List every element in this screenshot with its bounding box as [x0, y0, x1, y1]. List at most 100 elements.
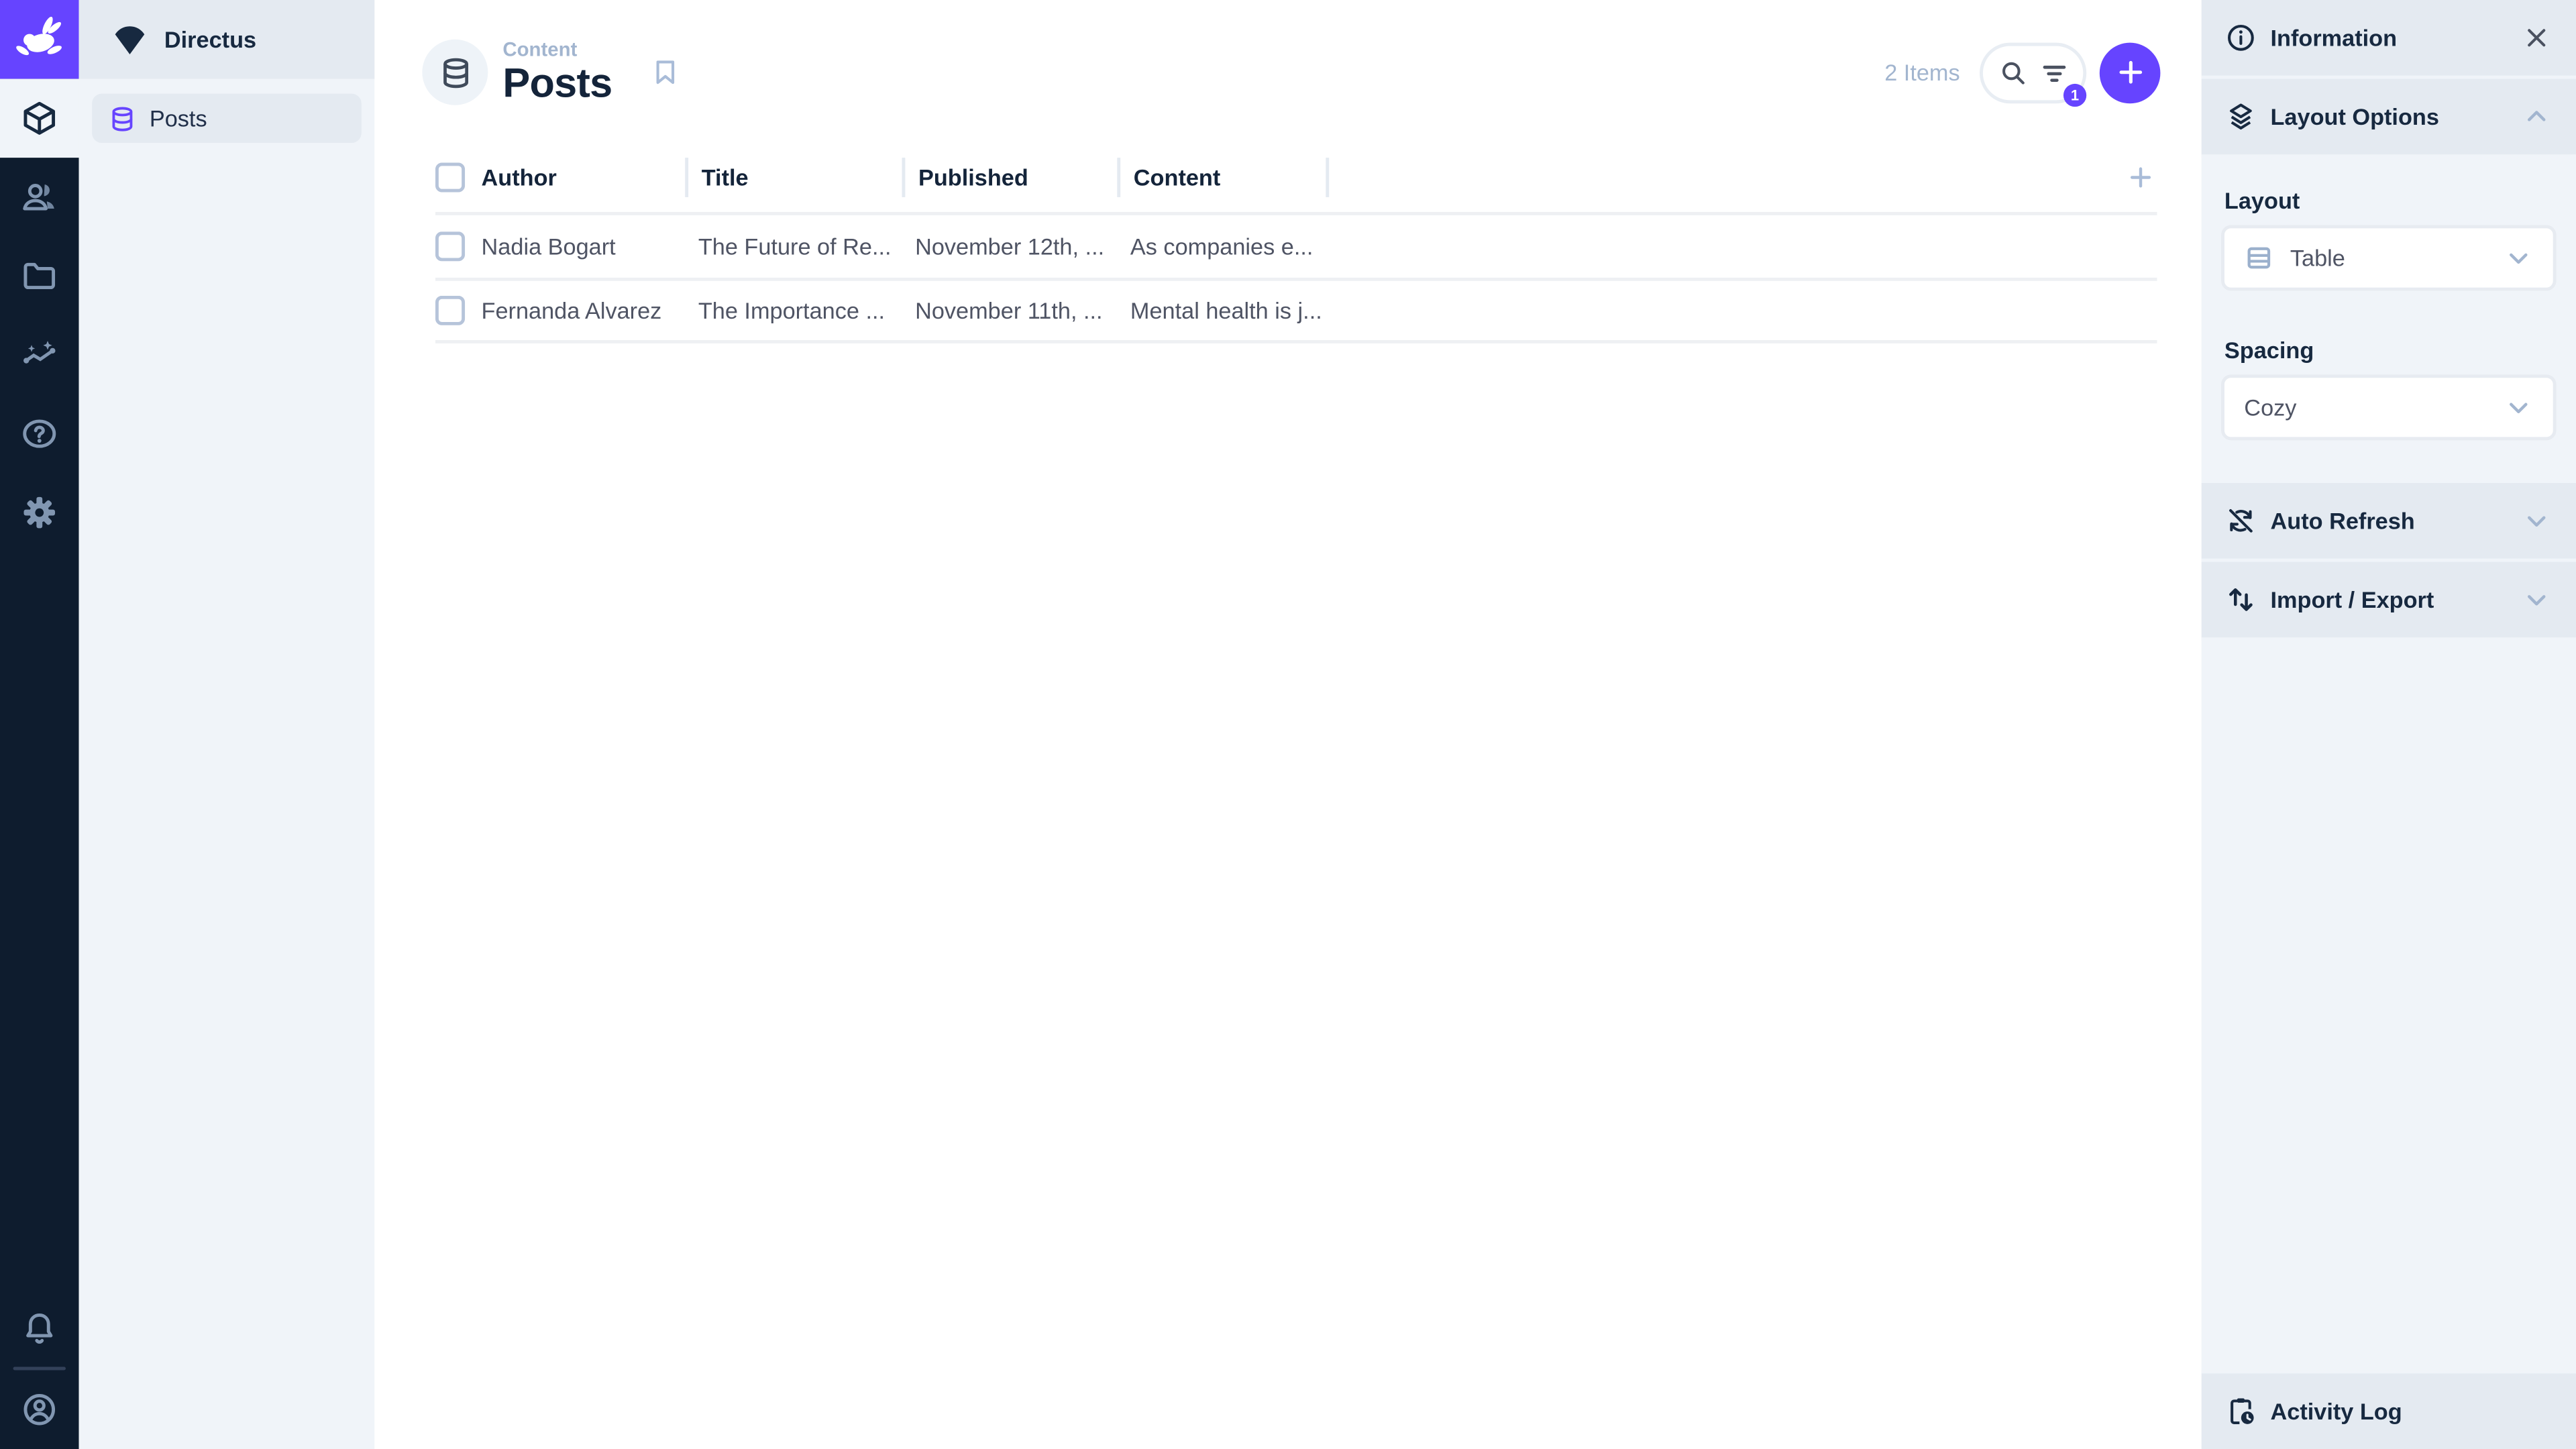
search-filter-pill: 1	[1980, 42, 2087, 106]
module-settings[interactable]	[0, 473, 79, 552]
panel-section-layout-options[interactable]: Layout Options	[2201, 78, 2576, 158]
module-bar	[0, 0, 79, 1449]
folder-icon	[23, 262, 56, 290]
navigation-sidebar: Directus Posts	[78, 0, 375, 1449]
panel-section-information[interactable]: Information	[2201, 0, 2576, 79]
bookmark-button[interactable]	[648, 56, 681, 89]
table-row[interactable]: Nadia Bogart The Future of Re... Novembe…	[435, 211, 2157, 278]
plus-icon	[2130, 167, 2151, 188]
activity-log-icon	[2231, 1398, 2254, 1425]
spacing-field-label: Spacing	[2224, 337, 2314, 364]
module-files[interactable]	[0, 237, 79, 316]
module-users[interactable]	[0, 158, 79, 237]
notifications-button[interactable]	[0, 1288, 79, 1367]
filter-badge: 1	[2063, 83, 2087, 106]
module-content[interactable]	[0, 78, 79, 158]
panel-section-label: Import / Export	[2270, 586, 2434, 613]
cell-content: As companies e...	[1130, 233, 1313, 260]
search-icon	[2001, 61, 2024, 84]
panel-section-label: Layout Options	[2270, 103, 2439, 130]
gear-icon	[23, 496, 56, 529]
cell-content: Mental health is j...	[1130, 297, 1322, 324]
column-header-author[interactable]: Author	[482, 158, 686, 197]
chevron-up-icon	[2520, 100, 2553, 133]
cell-author: Fernanda Alvarez	[481, 297, 662, 324]
breadcrumb[interactable]: Content	[502, 38, 612, 61]
field-gap	[2221, 301, 2557, 323]
chevron-down-icon	[2504, 392, 2533, 422]
project-header[interactable]: Directus	[78, 0, 375, 79]
cell-published: November 12th, ...	[915, 233, 1105, 260]
sync-disabled-icon	[2229, 508, 2253, 533]
row-checkbox[interactable]	[435, 231, 466, 262]
cell-title: The Importance ...	[698, 297, 885, 324]
panel-section-label: Activity Log	[2270, 1398, 2402, 1425]
column-header-published[interactable]: Published	[902, 158, 1117, 197]
chevron-down-icon	[2520, 504, 2553, 537]
collection-icon-button	[422, 39, 488, 105]
select-all-checkbox[interactable]	[435, 162, 466, 193]
panel-section-auto-refresh[interactable]: Auto Refresh	[2201, 483, 2576, 562]
filter-icon	[2042, 64, 2065, 81]
people-icon	[23, 184, 54, 211]
spacing-select[interactable]: Cozy	[2221, 374, 2557, 441]
sidebar-item-label: Posts	[149, 105, 207, 131]
search-button[interactable]	[1996, 56, 2029, 89]
import-export-icon	[2229, 588, 2253, 611]
panel-section-activity-log[interactable]: Activity Log	[2201, 1370, 2576, 1449]
layout-select[interactable]: Table	[2221, 225, 2557, 291]
items-count: 2 Items	[1884, 59, 1960, 86]
table-header-row: Author Title Published Content	[435, 158, 2157, 197]
page-title: Posts	[502, 61, 612, 108]
layers-icon	[2230, 103, 2252, 130]
rabbit-logo-icon	[16, 16, 62, 56]
layout-select-value: Table	[2290, 244, 2345, 272]
panel-section-label: Information	[2270, 24, 2398, 51]
column-header-title[interactable]: Title	[685, 158, 902, 197]
account-circle-icon	[23, 1393, 56, 1426]
account-button[interactable]	[0, 1370, 79, 1449]
directus-logo-button[interactable]	[0, 0, 79, 79]
cell-published: November 11th, ...	[915, 297, 1103, 324]
row-checkbox[interactable]	[435, 295, 466, 325]
module-help[interactable]	[0, 394, 79, 474]
bell-icon	[26, 1313, 53, 1344]
info-icon	[2228, 24, 2254, 51]
chevron-down-icon	[2520, 583, 2553, 616]
filter-button[interactable]	[2037, 56, 2070, 89]
column-header-content[interactable]: Content	[1117, 158, 1330, 197]
chevron-down-icon	[2504, 243, 2533, 272]
close-panel-button[interactable]	[2520, 21, 2553, 54]
database-icon	[442, 57, 468, 88]
row-checkbox-cell	[435, 231, 482, 262]
table-row[interactable]: Fernanda Alvarez The Importance ... Nove…	[435, 277, 2157, 343]
panel-section-import-export[interactable]: Import / Export	[2201, 561, 2576, 641]
project-logo-icon	[115, 26, 145, 55]
posts-table: Author Title Published Content Nadia Bog…	[435, 158, 2157, 343]
panel-filler	[2201, 641, 2576, 1371]
header-checkbox-cell	[435, 158, 482, 197]
help-icon	[23, 419, 56, 448]
database-icon	[112, 106, 133, 131]
project-name: Directus	[164, 26, 257, 53]
spacing-select-value: Cozy	[2244, 394, 2297, 421]
layout-field-label: Layout	[2224, 187, 2300, 214]
sidebar-drawer: Information Layout Options Layout Table …	[2201, 0, 2576, 1449]
cell-author: Nadia Bogart	[481, 233, 616, 260]
add-column-button[interactable]	[2125, 161, 2157, 194]
row-checkbox-cell	[435, 295, 482, 325]
module-bar-spacer	[0, 552, 79, 1288]
sidebar-item-posts[interactable]: Posts	[92, 93, 362, 144]
page-header: Content Posts 2 Items 1	[374, 0, 2201, 145]
app-window: Directus Posts Content Posts 2 Items 1 A…	[0, 0, 2576, 1449]
main-content: Content Posts 2 Items 1 Author Title Pub…	[374, 0, 2202, 1449]
create-item-button[interactable]	[2099, 42, 2161, 103]
plus-icon	[2118, 60, 2141, 84]
cell-title: The Future of Re...	[698, 233, 892, 260]
box-icon	[23, 101, 56, 135]
module-insights[interactable]	[0, 315, 79, 394]
insights-icon	[23, 341, 56, 364]
title-block: Content Posts	[502, 38, 612, 106]
close-icon	[2528, 29, 2546, 47]
bookmark-icon	[655, 60, 674, 85]
